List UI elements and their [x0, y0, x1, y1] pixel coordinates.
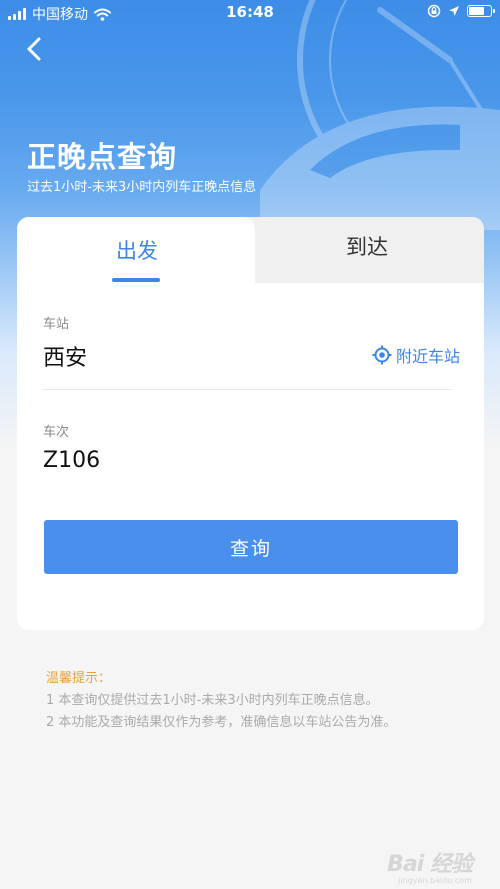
watermark-logo: Bai 经验	[387, 852, 473, 877]
nearby-station-button[interactable]: 附近车站	[372, 343, 460, 367]
locate-target-icon	[372, 345, 392, 365]
page-title: 正晚点查询	[27, 140, 178, 174]
clock: 16:48	[226, 3, 274, 21]
query-card: 到达 出发 车站 西安 附近车站 车次 Z106 查询	[17, 217, 484, 630]
battery-icon	[467, 5, 495, 17]
location-arrow-icon	[449, 6, 459, 16]
nearby-station-label: 附近车站	[395, 347, 460, 366]
lock-rotation-icon	[427, 4, 441, 18]
train-number-label: 车次	[43, 425, 70, 440]
status-bar: 中国移动 16:48	[0, 0, 500, 26]
page-subtitle: 过去1小时-未来3小时内列车正晚点信息	[27, 180, 257, 195]
station-field[interactable]: 西安	[43, 340, 87, 372]
tab-depart-label: 出发	[116, 239, 158, 263]
train-number-field[interactable]: Z106	[43, 448, 100, 473]
tips-line: 1 本查询仅提供过去1小时-未来3小时内列车正晚点信息。	[46, 693, 379, 708]
tab-bar: 到达 出发	[17, 217, 484, 287]
query-button[interactable]: 查询	[44, 520, 458, 574]
tab-depart[interactable]: 出发	[17, 217, 255, 287]
tips-section: 温馨提示： 1 本查询仅提供过去1小时-未来3小时内列车正晚点信息。 2 本功能…	[46, 668, 396, 734]
tips-title: 温馨提示：	[46, 671, 112, 686]
chevron-left-icon[interactable]	[22, 36, 48, 62]
baidu-jingyan-watermark: Bai 经验 jingyan.baidu.com	[387, 846, 473, 885]
app-screen: 中国移动 16:48 正晚点查询 过去1小时-未来3小时内列车正晚点信息 到达 …	[0, 0, 500, 889]
tab-arrive-label: 到达	[346, 235, 388, 259]
field-divider	[43, 389, 452, 390]
active-tab-indicator	[112, 278, 160, 282]
station-label: 车站	[43, 317, 70, 332]
watermark-url: jingyan.baidu.com	[398, 876, 472, 885]
tips-line: 2 本功能及查询结果仅作为参考，准确信息以车站公告为准。	[46, 715, 397, 730]
